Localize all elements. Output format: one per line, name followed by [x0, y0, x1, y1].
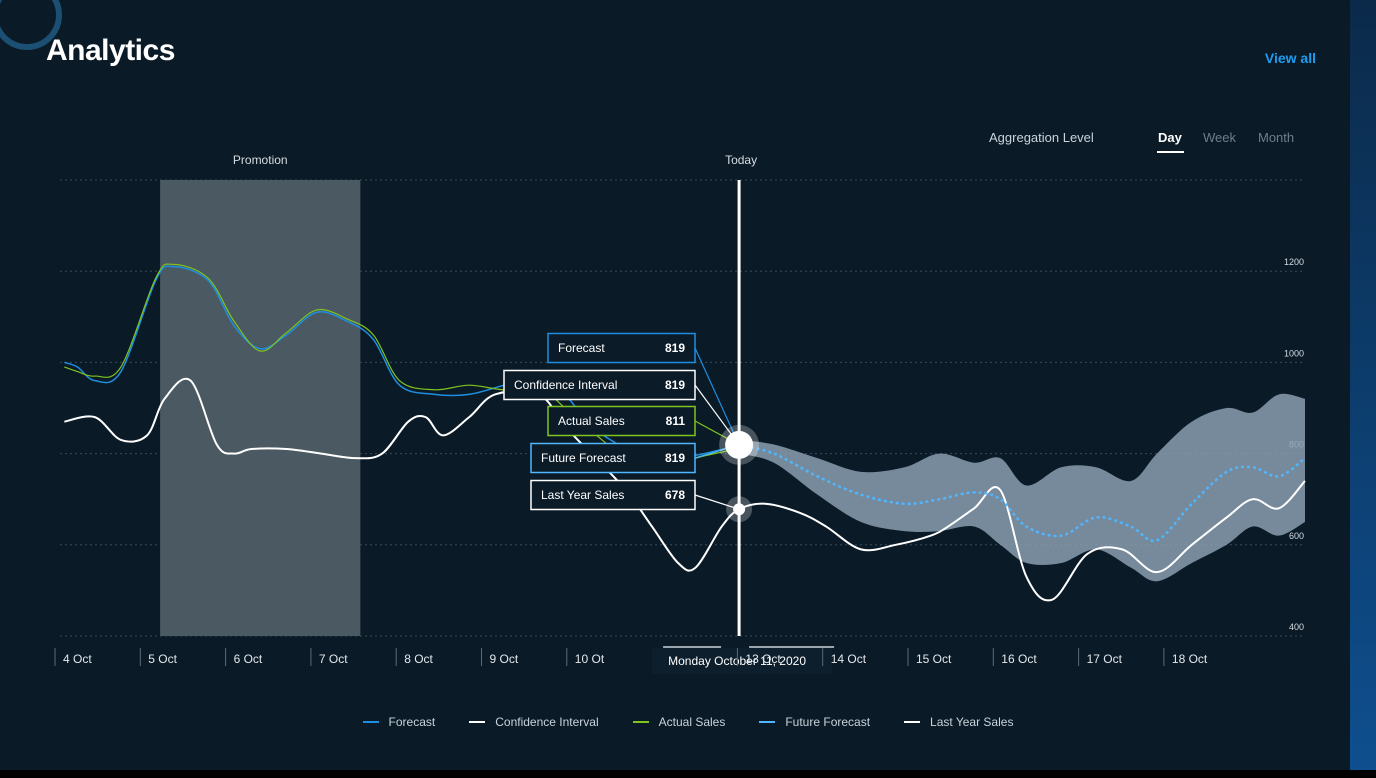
y-tick-label: 400 [1289, 622, 1304, 632]
promotion-label: Promotion [233, 153, 288, 167]
legend-label: Actual Sales [658, 715, 726, 729]
tooltip-label: Confidence Interval [514, 378, 617, 392]
y-tick-label: 1200 [1284, 257, 1304, 267]
x-tick-label: 10 Ot [575, 652, 605, 666]
tooltip-label: Last Year Sales [541, 488, 624, 502]
y-tick-label: 1000 [1284, 348, 1304, 358]
chart-legend: Forecast Confidence Interval Actual Sales F… [0, 715, 1376, 729]
x-tick-label: 15 Oct [916, 652, 952, 666]
x-tick-label: 5 Oct [148, 652, 177, 666]
tooltip-label: Actual Sales [558, 414, 625, 428]
legend-label: Future Forecast [785, 715, 871, 729]
x-tick-label: 16 Oct [1001, 652, 1037, 666]
y-tick-label: 600 [1289, 531, 1304, 541]
x-tick-label: 6 Oct [234, 652, 263, 666]
legend-swatch [904, 721, 921, 723]
promotion-band [160, 180, 361, 636]
legend-swatch [759, 721, 776, 723]
legend-swatch [469, 721, 486, 723]
focus-point [725, 430, 754, 459]
tooltip-label: Future Forecast [541, 451, 626, 465]
legend-item-confidence[interactable]: Confidence Interval [469, 715, 599, 729]
legend-label: Forecast [388, 715, 436, 729]
x-tick-label: 14 Oct [831, 652, 867, 666]
legend-label: Last Year Sales [930, 715, 1014, 729]
x-tick-label: 9 Oct [490, 652, 519, 666]
tooltip-value: 819 [665, 341, 685, 355]
legend-item-forecast[interactable]: Forecast [362, 715, 436, 729]
x-tick-label: 13 Oct [745, 652, 781, 666]
tooltip-label: Forecast [558, 341, 605, 355]
legend-item-future-forecast[interactable]: Future Forecast [759, 715, 870, 729]
last-year-point [733, 503, 746, 516]
today-label: Today [725, 153, 757, 167]
sales-chart: Promotion40060080010001200Today4 Oct5 Oc… [54, 153, 1306, 674]
x-tick-label: 18 Oct [1172, 652, 1208, 666]
legend-label: Confidence Interval [495, 715, 599, 729]
x-tick-label: 8 Oct [404, 652, 433, 666]
x-tick-label: 4 Oct [63, 652, 92, 666]
legend-item-last-year[interactable]: Last Year Sales [904, 715, 1013, 729]
x-tick-label: 7 Oct [319, 652, 348, 666]
tooltip-value: 819 [665, 451, 685, 465]
confidence-band [739, 393, 1305, 582]
tooltip-value: 811 [666, 414, 686, 428]
tooltip-value: 819 [665, 378, 685, 392]
x-tick-label: 17 Oct [1087, 652, 1123, 666]
legend-swatch [362, 721, 379, 723]
legend-item-actual[interactable]: Actual Sales [632, 715, 726, 729]
legend-swatch [632, 721, 649, 723]
tooltip-value: 678 [665, 488, 685, 502]
